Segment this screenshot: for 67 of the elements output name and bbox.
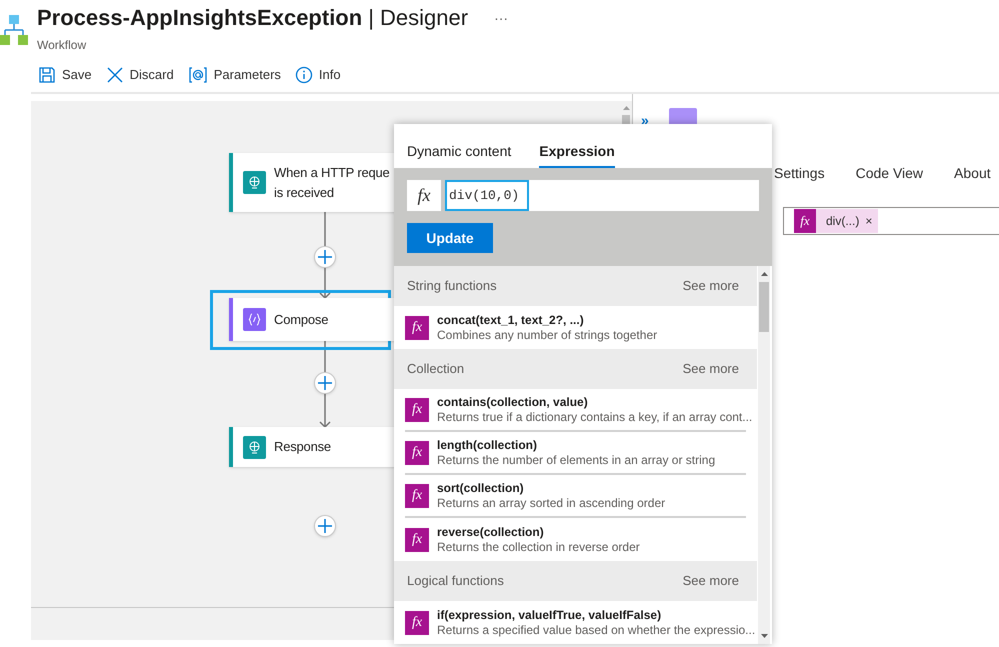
- save-button[interactable]: Save: [38, 64, 92, 86]
- function-description: Returns a specified value based on whether the expressio...: [437, 622, 756, 638]
- function-icon: fx: [405, 398, 429, 422]
- step-title: Compose: [274, 310, 328, 329]
- section-title: Logical functions: [407, 572, 504, 590]
- scroll-down-icon[interactable]: [761, 634, 768, 638]
- section-title: Collection: [407, 360, 464, 378]
- connector-arrow: [319, 267, 331, 300]
- function-icon: fx: [407, 180, 441, 211]
- function-description: Returns the collection in reverse order: [437, 540, 640, 554]
- scroll-up-icon[interactable]: [761, 272, 768, 276]
- scroll-thumb[interactable]: [759, 282, 769, 332]
- scroll-up-icon[interactable]: [623, 106, 630, 110]
- connector-line: [324, 341, 326, 372]
- plus-icon: [318, 376, 332, 390]
- function-icon: fx: [405, 484, 429, 508]
- discard-button[interactable]: Discard: [106, 64, 174, 86]
- info-button[interactable]: Info: [294, 64, 341, 86]
- input-field[interactable]: fx div(...) ×: [783, 207, 999, 235]
- panel-tab[interactable]: About: [954, 163, 991, 183]
- workflow-label: Workflow: [37, 37, 88, 54]
- function-icon: fx: [405, 528, 429, 552]
- plus-icon: [318, 519, 332, 533]
- function-icon: fx: [405, 440, 429, 464]
- page-subtitle: | Designer: [368, 4, 468, 32]
- connector-line: [324, 212, 326, 246]
- see-more-link[interactable]: See more: [682, 359, 739, 379]
- add-step-button[interactable]: [314, 515, 336, 537]
- expression-input[interactable]: div(10,0): [445, 180, 529, 211]
- token-label: div(...): [826, 213, 860, 230]
- function-item[interactable]: fx reverse(collection) Returns the collection in reverse order: [405, 518, 746, 561]
- function-description: Returns true if a dictionary contains a key, if an array cont...: [437, 410, 752, 424]
- add-step-button[interactable]: [314, 246, 336, 268]
- function-name: sort(collection): [437, 480, 525, 496]
- step-title: Response: [274, 438, 331, 456]
- section-title: String functions: [407, 277, 497, 296]
- see-more-link[interactable]: See more: [682, 571, 739, 591]
- function-icon: fx: [794, 209, 816, 233]
- add-step-button[interactable]: [314, 372, 336, 394]
- page-title: Process-AppInsightsException: [37, 4, 362, 32]
- globe-icon: [243, 171, 266, 194]
- info-icon: [294, 66, 313, 84]
- plus-icon: [318, 250, 332, 264]
- globe-icon: [243, 436, 266, 458]
- at-sign-icon: [188, 66, 208, 84]
- function-name: if(expression, valueIfTrue, valueIfFalse): [437, 608, 662, 622]
- step-title: When a HTTP reque is received: [274, 164, 390, 202]
- more-button[interactable]: ···: [494, 4, 508, 32]
- connector-arrow: [319, 393, 331, 428]
- scrollbar[interactable]: [758, 266, 770, 644]
- expression-token[interactable]: fx div(...) ×: [794, 209, 878, 233]
- function-item[interactable]: fx sort(collection) Returns an array sorted in ascending order: [405, 475, 746, 518]
- update-button[interactable]: Update: [407, 223, 493, 253]
- function-icon: fx: [405, 316, 429, 340]
- save-icon: [38, 66, 56, 84]
- see-more-link[interactable]: See more: [682, 276, 739, 296]
- remove-token-button[interactable]: ×: [865, 212, 872, 230]
- function-item[interactable]: fx length(collection) Returns the number of elements in an array or string: [405, 432, 746, 475]
- function-name: contains(collection, value): [437, 394, 589, 410]
- function-name: reverse(collection): [437, 524, 545, 540]
- close-icon: [106, 66, 124, 84]
- workflow-logo-icon: [0, 14, 28, 46]
- function-description: Returns an array sorted in ascending order: [437, 496, 666, 510]
- panel-tab[interactable]: Code View: [856, 163, 924, 183]
- parameters-button[interactable]: Parameters: [188, 64, 281, 86]
- panel-tab[interactable]: Settings: [774, 163, 825, 183]
- function-icon: fx: [405, 610, 429, 634]
